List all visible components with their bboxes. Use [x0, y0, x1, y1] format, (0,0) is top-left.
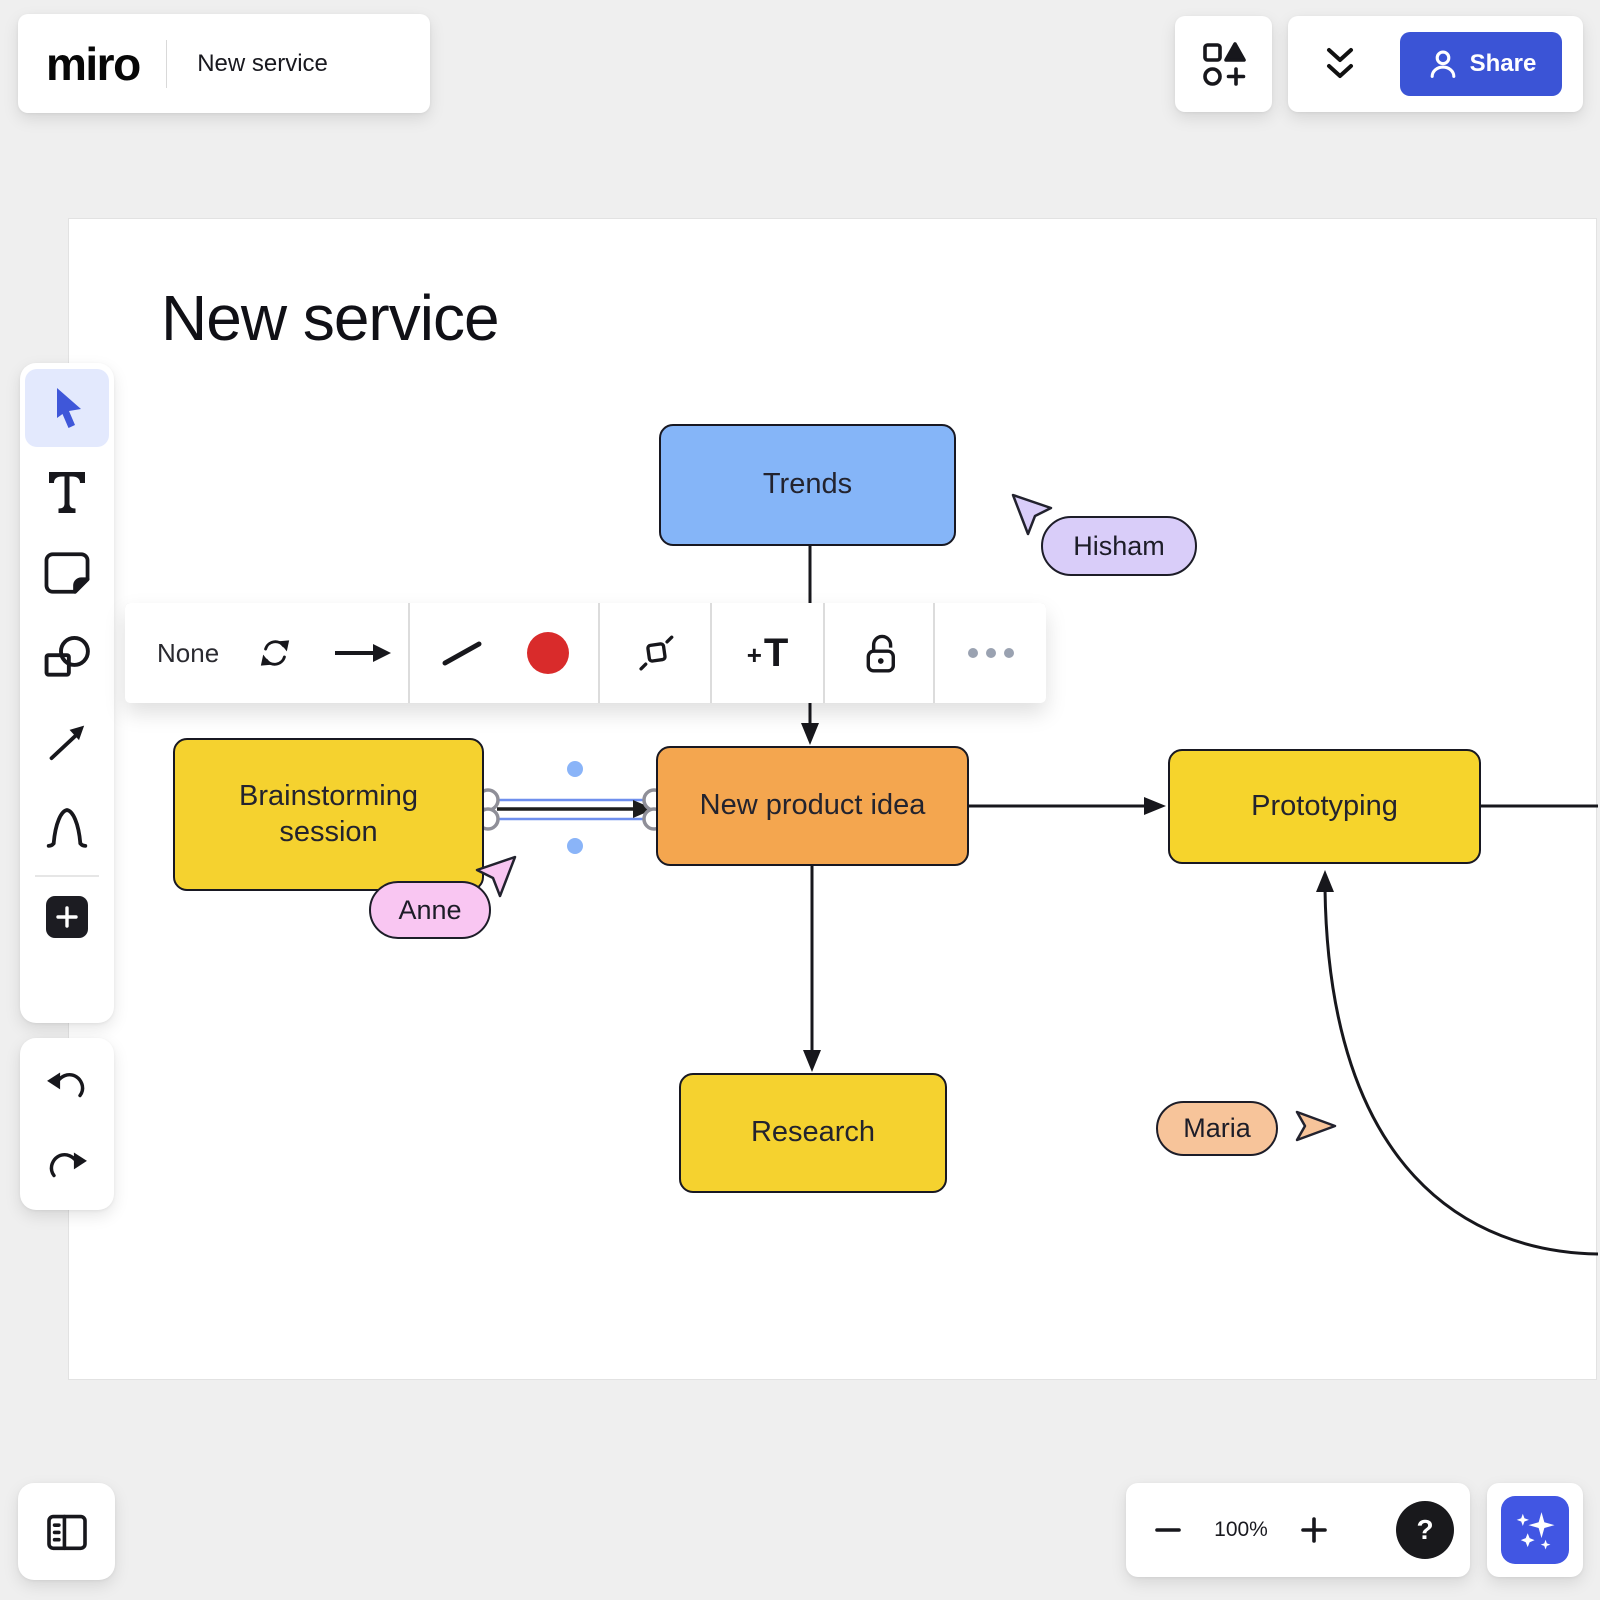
shapes-icon [41, 631, 93, 683]
apps-icon [1200, 40, 1248, 88]
connector-curved-prototyping[interactable] [1316, 870, 1598, 1254]
undo-button[interactable] [20, 1049, 114, 1119]
header-divider [166, 40, 168, 88]
add-text-button[interactable]: + T [747, 631, 789, 676]
collaborator-name: Hisham [1073, 531, 1165, 562]
node-brainstorming-session[interactable]: Brainstorming session [173, 738, 484, 891]
zoom-in-button[interactable] [1284, 1515, 1344, 1545]
node-label: Research [751, 1115, 875, 1150]
node-new-product-idea[interactable]: New product idea [656, 746, 969, 866]
apps-button[interactable] [1175, 16, 1272, 112]
zoom-controls: 100% ? [1126, 1483, 1470, 1577]
collaborator-name: Anne [398, 895, 461, 926]
node-prototyping[interactable]: Prototyping [1168, 749, 1481, 864]
shapes-tool[interactable] [20, 615, 114, 699]
sidebar-panel-icon [43, 1508, 91, 1556]
swap-direction-icon[interactable] [253, 633, 297, 673]
question-mark: ? [1416, 1514, 1433, 1546]
plus-glyph: + [747, 640, 762, 671]
share-toolbar-card: Share [1288, 16, 1583, 112]
sticky-note-tool[interactable] [20, 531, 114, 615]
pen-tool[interactable] [20, 783, 114, 867]
redo-button[interactable] [20, 1129, 114, 1199]
node-research[interactable]: Research [679, 1073, 947, 1193]
resize-icon[interactable] [629, 627, 681, 679]
ctx-style-segment: None [125, 603, 408, 703]
connection-line-tool[interactable] [20, 699, 114, 783]
board-canvas[interactable]: New service [68, 218, 1597, 1380]
connector-context-toolbar: None + T [125, 603, 1046, 703]
connector-newproduct-prototyping[interactable] [969, 797, 1166, 815]
collaborator-name: Maria [1183, 1113, 1251, 1144]
node-label: Trends [763, 467, 852, 502]
person-icon [1426, 47, 1460, 81]
share-label: Share [1470, 50, 1537, 78]
share-button[interactable]: Share [1400, 32, 1562, 96]
miro-logo[interactable]: miro [46, 37, 140, 91]
bend-handle-top[interactable] [567, 761, 583, 777]
ctx-text-segment: + T [712, 603, 823, 703]
select-tool[interactable] [25, 369, 109, 447]
color-swatch-red[interactable] [527, 632, 569, 674]
tee-glyph: T [764, 631, 788, 676]
sparkles-icon [1509, 1504, 1561, 1556]
add-more-tools-button[interactable] [20, 885, 114, 949]
help-button[interactable]: ? [1396, 1501, 1454, 1559]
app-header-card: miro New service [18, 14, 430, 113]
cursor-label-hisham: Hisham [1041, 516, 1197, 576]
collapse-button[interactable] [1320, 44, 1360, 84]
double-chevron-down-icon [1320, 44, 1360, 84]
ctx-resize-segment [600, 603, 710, 703]
minus-icon [1153, 1515, 1183, 1545]
ctx-line-segment [410, 603, 598, 703]
node-trends[interactable]: Trends [659, 424, 956, 546]
unlock-icon[interactable] [854, 628, 904, 678]
cursor-label-maria: Maria [1156, 1101, 1278, 1156]
cursor-label-anne: Anne [369, 881, 491, 939]
history-palette [20, 1038, 114, 1210]
sticky-note-icon [42, 548, 92, 598]
zoom-out-button[interactable] [1138, 1515, 1198, 1545]
redo-icon [44, 1144, 90, 1184]
line-style-icon[interactable] [439, 636, 485, 670]
board-title[interactable]: New service [197, 50, 328, 78]
tool-palette [20, 363, 114, 1023]
node-label: Prototyping [1251, 789, 1398, 824]
frames-panel-button[interactable] [18, 1483, 115, 1580]
arrowhead-style-icon[interactable] [331, 639, 393, 667]
ctx-more-segment [935, 603, 1046, 703]
ctx-lock-segment [825, 603, 933, 703]
zoom-level[interactable]: 100% [1198, 1518, 1284, 1542]
undo-icon [44, 1064, 90, 1104]
cursor-pointer-maria [1293, 1109, 1339, 1143]
connector-newproduct-research[interactable] [803, 866, 821, 1072]
plus-icon [1299, 1515, 1329, 1545]
bend-handle-bottom[interactable] [567, 838, 583, 854]
text-tool[interactable] [20, 447, 114, 531]
more-options-icon[interactable] [964, 646, 1018, 660]
pen-icon [42, 800, 92, 850]
ai-assist-card [1487, 1483, 1583, 1577]
text-icon [42, 464, 92, 514]
ai-assist-button[interactable] [1501, 1496, 1569, 1564]
plus-icon [46, 896, 88, 938]
node-label: New product idea [698, 788, 928, 823]
node-label: Brainstorming session [209, 779, 449, 850]
toolbar-divider [35, 875, 99, 877]
arrow-icon [43, 717, 91, 765]
cursor-icon [42, 383, 92, 433]
connection-type-selector[interactable]: None [157, 638, 219, 669]
